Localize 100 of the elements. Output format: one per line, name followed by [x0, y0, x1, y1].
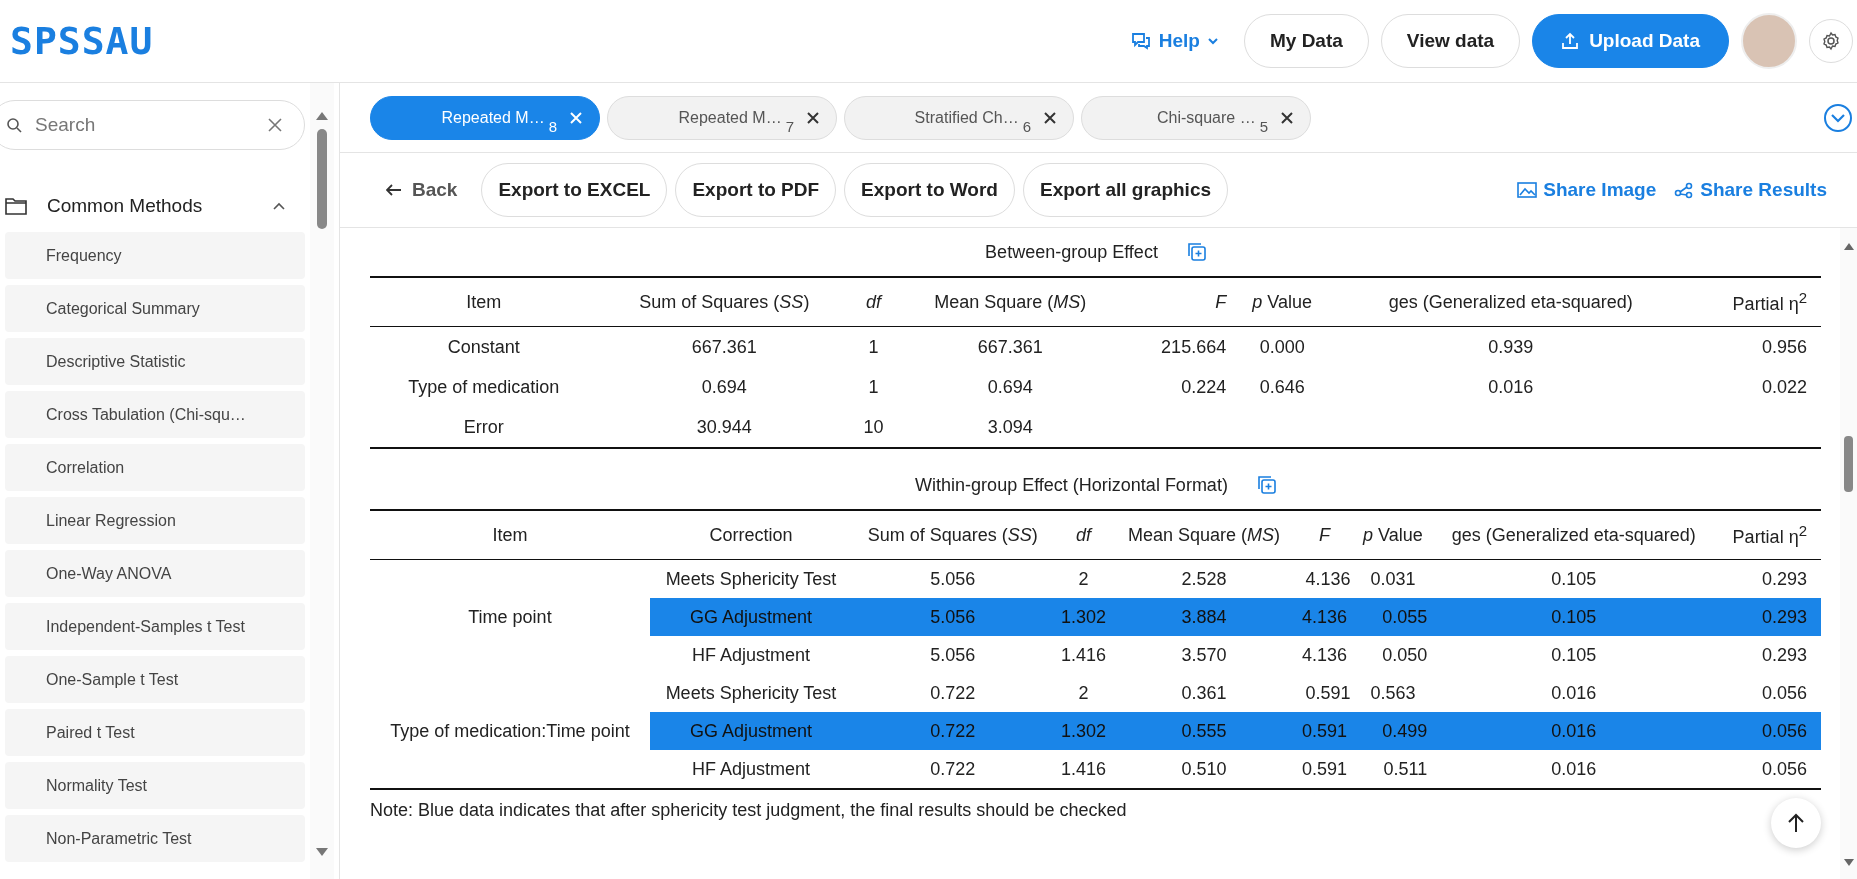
sidebar-item[interactable]: Correlation [5, 444, 305, 491]
table-cell: 0.694 [987, 376, 1033, 397]
export-button[interactable]: Export to Word [844, 163, 1015, 217]
share-results-link[interactable]: Share Results [1664, 179, 1827, 201]
tab-count: 8 [548, 117, 557, 135]
table-cell: 4.136 [1302, 644, 1348, 665]
result-tab[interactable]: Chi-square … 5 [1081, 95, 1311, 140]
scrollbar-thumb[interactable] [1844, 436, 1853, 492]
header-button[interactable]: My Data [1243, 14, 1369, 68]
column-header: Mean Square (MS) [1113, 510, 1295, 560]
table-cell: Type of medication:Time point [390, 720, 630, 741]
sidebar-item[interactable]: Linear Regression [5, 497, 305, 544]
table-cell: HF Adjustment [691, 644, 810, 665]
settings-button[interactable] [1809, 19, 1853, 63]
search-field[interactable]: Search [0, 100, 305, 150]
folder-icon [5, 197, 27, 215]
table-cell: 0.722 [930, 682, 976, 703]
export-button[interactable]: Export to EXCEL [481, 163, 668, 217]
share-image-link[interactable]: Share Image [1507, 179, 1657, 201]
table-cell: 0.056 [1761, 720, 1807, 741]
sidebar-item[interactable]: Categorical Summary [5, 285, 305, 332]
table-cell: 1.302 [1061, 720, 1107, 741]
tab-count: 6 [1022, 117, 1031, 135]
table-cell: 5.056 [930, 568, 976, 589]
sidebar-item[interactable]: Independent-Samples t Test [5, 603, 305, 650]
scroll-down-icon[interactable] [1842, 858, 1855, 867]
group-label: Common Methods [47, 195, 204, 217]
column-header: p Value [1354, 510, 1432, 560]
table-cell: 215.664 [1161, 336, 1227, 357]
table-cell: 0.016 [1551, 758, 1597, 779]
table-cell: 10 [863, 416, 884, 437]
table-cell: 0.022 [1761, 376, 1807, 397]
export-button[interactable]: Export all graphics [1022, 163, 1228, 217]
sidebar-item[interactable]: Paired t Test [5, 709, 305, 756]
sidebar-item[interactable]: One-Way ANOVA [5, 550, 305, 597]
table-cell: GG Adjustment [689, 720, 813, 741]
upload-button[interactable]: Upload Data [1532, 14, 1729, 68]
result-tab[interactable]: Repeated M… 7 [607, 95, 837, 140]
table-cell: 3.094 [987, 416, 1033, 437]
logo: SPSSAU [10, 19, 154, 63]
sidebar-item[interactable]: One-Sample t Test [5, 656, 305, 703]
scrollbar-thumb[interactable] [317, 129, 327, 229]
column-header: F [1124, 277, 1233, 327]
table-cell: Time point [468, 606, 552, 627]
table-cell: 0.499 [1382, 720, 1428, 741]
header-button[interactable]: View data [1380, 14, 1521, 68]
scroll-down-icon[interactable] [315, 847, 329, 857]
sidebar-item[interactable]: Normality Test [5, 762, 305, 809]
result-tab[interactable]: Stratified Ch… 6 [844, 95, 1074, 140]
table-title: Between-group Effect [985, 241, 1158, 263]
close-icon[interactable] [1280, 110, 1294, 125]
export-button[interactable]: Export to PDF [675, 163, 837, 217]
column-header: Mean Square (MS) [895, 277, 1125, 327]
table-cell: 0.361 [1181, 682, 1227, 703]
table-cell: 0.050 [1382, 644, 1428, 665]
back-button[interactable]: Back [380, 178, 464, 202]
arrow-up-icon [1787, 813, 1805, 833]
scroll-up-icon[interactable] [1842, 242, 1855, 251]
sidebar-item[interactable]: Frequency [5, 232, 305, 279]
copy-icon[interactable] [1187, 243, 1206, 261]
table-cell: HF Adjustment [691, 758, 810, 779]
table-cell: 30.944 [696, 416, 752, 437]
table-cell: 0.510 [1181, 758, 1227, 779]
tab-count: 7 [785, 117, 794, 135]
table-cell: 0.722 [930, 720, 976, 741]
table-cell: 4.136 [1305, 568, 1351, 589]
column-header: Sum of Squares (SS) [852, 510, 1054, 560]
table-cell: 0.016 [1551, 682, 1597, 703]
group-header[interactable]: Common Methods [0, 180, 305, 232]
sidebar-item[interactable]: Descriptive Statistic [5, 338, 305, 385]
table-cell: 1.302 [1061, 606, 1107, 627]
column-header: Sum of Squares (SS) [597, 277, 852, 327]
scroll-up-icon[interactable] [315, 111, 329, 121]
table-cell: 0.956 [1761, 336, 1807, 357]
table-cell: 667.361 [691, 336, 757, 357]
table-cell: 0.722 [930, 758, 976, 779]
table-cell: 0.293 [1761, 606, 1807, 627]
column-header: Correction [649, 510, 853, 560]
close-icon[interactable] [806, 110, 820, 125]
sidebar-item[interactable]: Cross Tabulation (Chi-squ… [5, 391, 305, 438]
table-cell: Meets Sphericity Test [665, 568, 837, 589]
table-cell: 0.056 [1761, 682, 1807, 703]
result-tab[interactable]: Repeated M… 8 [370, 95, 600, 140]
close-icon[interactable] [1043, 110, 1057, 125]
help-button[interactable]: Help [1124, 29, 1224, 53]
table-cell: 0.000 [1259, 336, 1305, 357]
table-cell: 0.105 [1551, 606, 1597, 627]
table-title: Within-group Effect (Horizontal Format) [915, 474, 1228, 496]
table-cell: 0.016 [1551, 720, 1597, 741]
upload-icon [1561, 32, 1580, 50]
scroll-top-button[interactable] [1771, 798, 1821, 848]
settings-icon [1821, 31, 1841, 51]
sidebar-item[interactable]: Non-Parametric Test [5, 815, 305, 862]
table-cell: Type of medication [408, 376, 560, 397]
copy-icon[interactable] [1257, 476, 1276, 494]
table-cell: 2.528 [1181, 568, 1227, 589]
tab-count: 5 [1259, 117, 1268, 135]
expand-icon[interactable] [1823, 102, 1853, 133]
table-cell: 5.056 [930, 644, 976, 665]
tab-label: Repeated M… [677, 108, 782, 127]
